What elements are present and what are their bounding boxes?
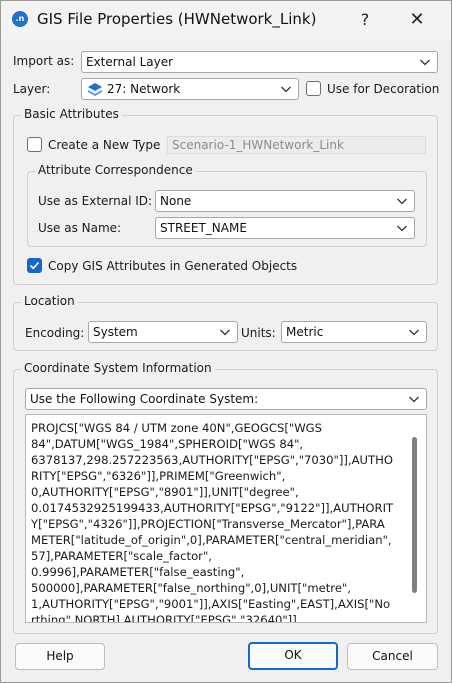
coordinate-system-title: Coordinate System Information (21, 361, 215, 375)
app-icon: .n (12, 11, 28, 27)
help-icon[interactable]: ? (353, 8, 377, 32)
wkt-text: PROJCS["WGS 84 / UTM zone 40N",GEOGCS["W… (31, 421, 394, 623)
create-new-type-label: Create a New Type (48, 138, 161, 152)
chevron-down-icon (397, 225, 407, 232)
create-new-type-checkbox[interactable] (27, 137, 42, 152)
vertical-scrollbar[interactable] (412, 437, 417, 593)
units-label: Units: (241, 326, 276, 340)
window-title: GIS File Properties (HWNetwork_Link) (37, 10, 317, 28)
use-for-decoration-checkbox[interactable] (306, 81, 321, 96)
copy-gis-attributes-checkbox[interactable] (27, 258, 42, 273)
checkmark-icon (29, 261, 40, 270)
new-type-name-field: Scenario-1_HWNetwork_Link (167, 136, 426, 154)
encoding-select[interactable]: System (88, 321, 238, 343)
chevron-down-icon (220, 329, 230, 336)
title-bar: .n GIS File Properties (HWNetwork_Link) … (1, 1, 451, 39)
gis-file-properties-dialog: .n GIS File Properties (HWNetwork_Link) … (0, 0, 452, 683)
units-select[interactable]: Metric (281, 321, 427, 343)
chevron-down-icon (397, 198, 407, 205)
use-as-name-value: STREET_NAME (160, 221, 247, 235)
external-id-select[interactable]: None (155, 190, 415, 212)
location-title: Location (21, 294, 78, 308)
use-as-name-label: Use as Name: (38, 221, 122, 235)
cancel-button[interactable]: Cancel (347, 643, 438, 670)
close-icon[interactable]: ✕ (403, 7, 431, 33)
chevron-down-icon (409, 396, 419, 403)
import-as-value: External Layer (86, 55, 174, 69)
encoding-value: System (93, 325, 138, 339)
coordinate-system-mode-select[interactable]: Use the Following Coordinate System: (25, 388, 427, 410)
new-type-name-value: Scenario-1_HWNetwork_Link (172, 138, 344, 152)
chevron-down-icon (420, 59, 430, 66)
copy-gis-attributes-label: Copy GIS Attributes in Generated Objects (48, 259, 298, 273)
import-as-label: Import as: (13, 54, 75, 68)
coordinate-system-wkt-textarea[interactable]: PROJCS["WGS 84 / UTM zone 40N",GEOGCS["W… (25, 414, 427, 623)
layer-select[interactable]: 27: Network (81, 78, 299, 100)
layers-icon (88, 83, 102, 96)
chevron-down-icon (281, 86, 291, 93)
external-id-value: None (160, 194, 192, 208)
ok-button[interactable]: OK (248, 642, 338, 670)
help-button[interactable]: Help (15, 643, 105, 670)
chevron-down-icon (409, 329, 419, 336)
units-value: Metric (286, 325, 324, 339)
attribute-correspondence-title: Attribute Correspondence (35, 163, 196, 177)
basic-attributes-title: Basic Attributes (21, 107, 122, 121)
external-id-label: Use as External ID: (38, 194, 153, 208)
import-as-select[interactable]: External Layer (81, 51, 438, 73)
layer-label: Layer: (13, 82, 51, 96)
use-for-decoration-label: Use for Decoration (327, 82, 440, 96)
encoding-label: Encoding: (25, 326, 85, 340)
layer-value: 27: Network (107, 82, 181, 96)
coordinate-system-mode-value: Use the Following Coordinate System: (30, 392, 259, 406)
use-as-name-select[interactable]: STREET_NAME (155, 217, 415, 239)
